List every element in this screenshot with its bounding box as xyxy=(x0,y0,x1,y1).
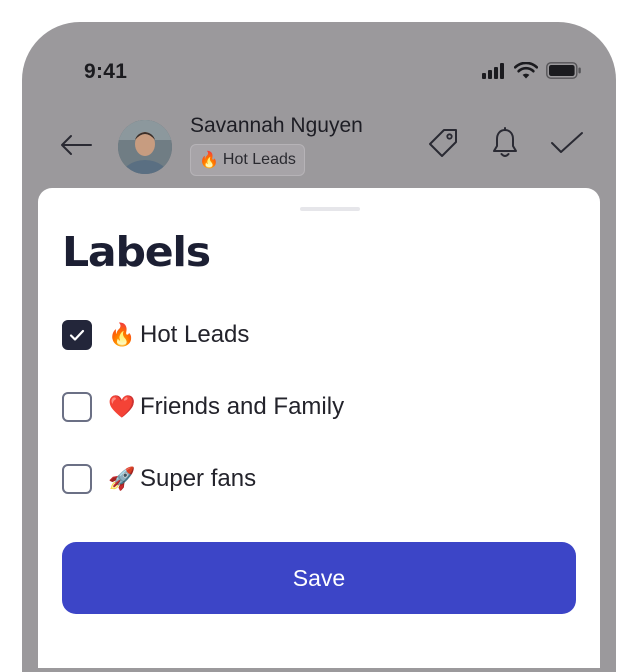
wifi-icon xyxy=(513,61,539,84)
labels-bottom-sheet: Labels 🔥 Hot Leads ❤️ Friends and Family… xyxy=(38,188,600,668)
tag-icon xyxy=(429,129,457,157)
signal-icon xyxy=(482,62,506,84)
battery-icon xyxy=(546,62,582,84)
checkmark-icon xyxy=(69,329,85,341)
bell-icon xyxy=(493,127,517,157)
current-label-text: Hot Leads xyxy=(222,151,296,168)
conversation-header: Savannah Nguyen 🔥 Hot Leads xyxy=(22,112,616,192)
current-label-chip[interactable]: 🔥 Hot Leads xyxy=(190,144,305,176)
notifications-button[interactable] xyxy=(488,126,522,160)
label-option-hot-leads[interactable]: 🔥 Hot Leads xyxy=(62,315,562,355)
checkbox-friends-and-family[interactable] xyxy=(62,392,92,422)
back-button[interactable] xyxy=(58,130,94,160)
heart-icon: ❤️ xyxy=(108,394,136,419)
sheet-title: Labels xyxy=(62,228,211,276)
tag-button[interactable] xyxy=(426,126,460,160)
fire-icon: 🔥 xyxy=(108,322,136,347)
rocket-icon: 🚀 xyxy=(108,466,136,491)
contact-name: Savannah Nguyen xyxy=(190,114,363,137)
fire-icon: 🔥 xyxy=(199,152,219,169)
sheet-grabber[interactable] xyxy=(300,207,360,211)
status-time: 9:41 xyxy=(84,60,128,83)
label-option-text: Friends and Family xyxy=(140,393,345,420)
label-option-text: Hot Leads xyxy=(140,321,250,348)
status-bar: 9:41 xyxy=(22,22,616,112)
status-icons xyxy=(482,61,582,84)
checkbox-hot-leads[interactable] xyxy=(62,320,92,350)
mark-done-button[interactable] xyxy=(550,126,584,160)
label-option-friends-and-family[interactable]: ❤️ Friends and Family xyxy=(62,387,562,427)
label-option-text: Super fans xyxy=(140,465,257,492)
avatar[interactable] xyxy=(118,120,172,174)
header-actions xyxy=(426,126,584,160)
label-option-super-fans[interactable]: 🚀 Super fans xyxy=(62,459,562,499)
save-button[interactable]: Save xyxy=(62,542,576,614)
check-icon xyxy=(551,132,583,153)
checkbox-super-fans[interactable] xyxy=(62,464,92,494)
arrow-left-icon xyxy=(61,135,92,155)
